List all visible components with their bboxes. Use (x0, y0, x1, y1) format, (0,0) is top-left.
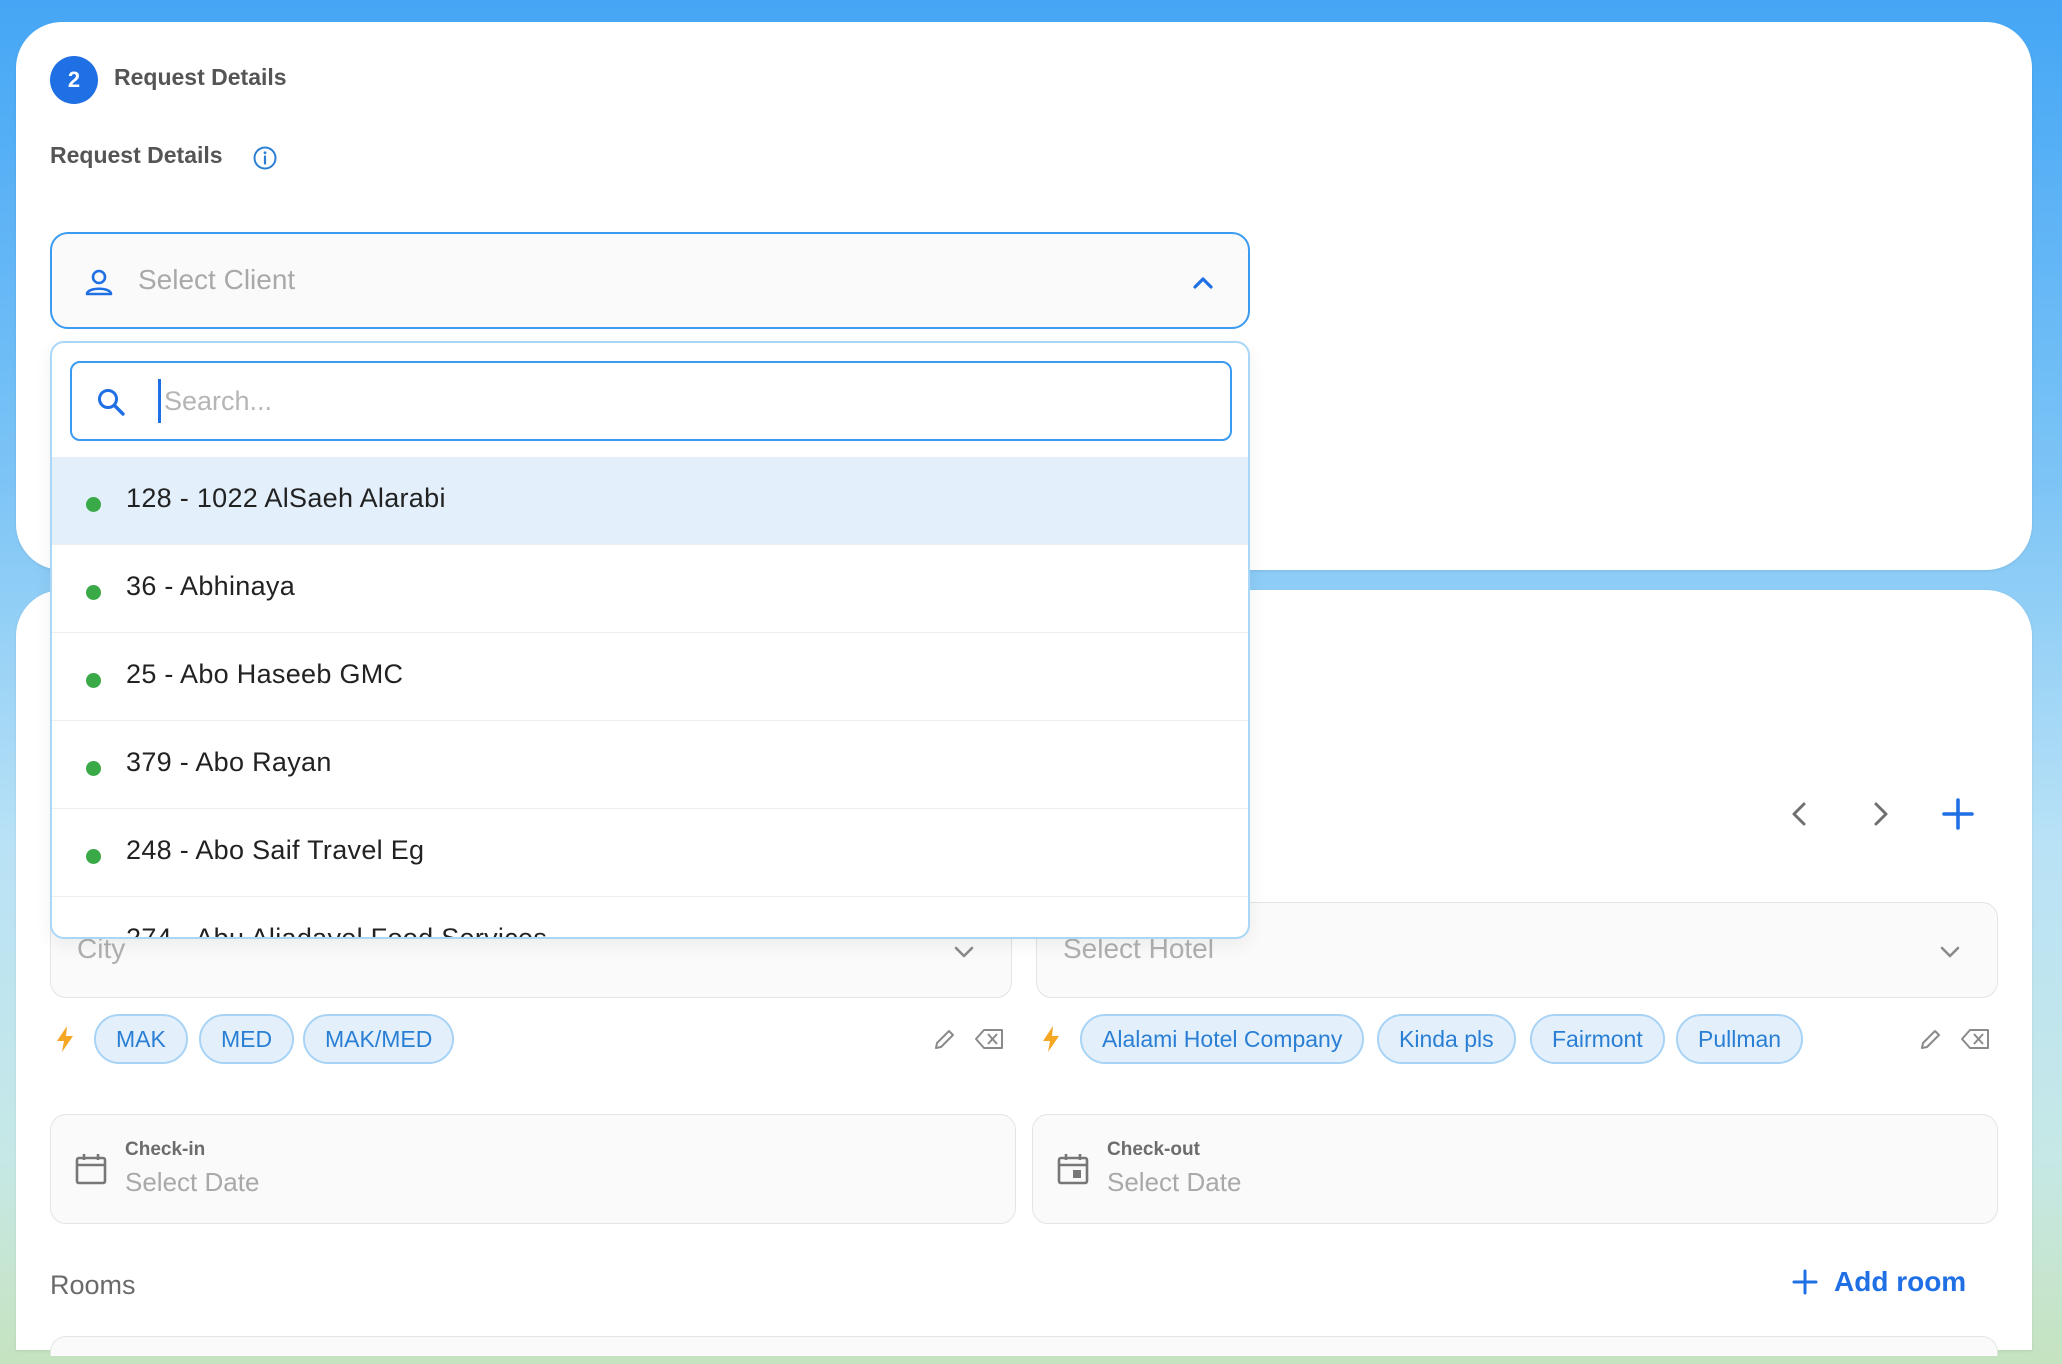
client-search-box[interactable] (70, 361, 1232, 441)
add-room-label: Add room (1834, 1266, 1967, 1297)
hotel-chip[interactable]: Fairmont (1530, 1014, 1665, 1064)
hotel-chip[interactable]: Pullman (1676, 1014, 1804, 1064)
chevron-right-icon[interactable] (1862, 796, 1898, 832)
rooms-title: Rooms (50, 1270, 136, 1300)
backspace-clear-icon[interactable] (974, 1026, 1006, 1052)
hotel-quick-chips: Alalami Hotel Company Kinda pls Fairmont… (1036, 1012, 1998, 1066)
check-out-label: Check-out (1107, 1139, 1200, 1160)
text-caret (158, 379, 161, 423)
client-dropdown: 128 - 1022 AlSaeh Alarabi 36 - Abhinaya … (50, 341, 1250, 939)
client-select-placeholder: Select Client (138, 264, 296, 295)
lightning-icon (57, 1026, 73, 1052)
client-option-label: 379 - Abo Rayan (126, 747, 332, 777)
rooms-list (50, 1336, 1998, 1356)
person-icon (85, 269, 113, 296)
client-option[interactable]: 248 - Abo Saif Travel Eg (52, 809, 1248, 897)
client-select[interactable]: Select Client (50, 232, 1250, 329)
client-option[interactable]: 36 - Abhinaya (52, 545, 1248, 633)
city-quick-chips: MAK MED MAK/MED (50, 1012, 1012, 1066)
status-dot (86, 849, 101, 864)
client-option[interactable]: 379 - Abo Rayan (52, 721, 1248, 809)
client-option[interactable]: 128 - 1022 AlSaeh Alarabi (52, 457, 1248, 545)
check-in-label: Check-in (125, 1139, 206, 1160)
section-title: Request Details (50, 142, 223, 168)
client-search-input[interactable] (164, 377, 1164, 425)
hotel-chip[interactable]: Kinda pls (1377, 1014, 1516, 1064)
add-room-button[interactable]: Add room (1790, 1266, 1966, 1298)
check-out-value: Select Date (1107, 1167, 1242, 1197)
backspace-clear-icon[interactable] (1960, 1026, 1992, 1052)
client-option[interactable]: 274 - Abu Aljadayel Food Services (52, 897, 1248, 939)
chevron-up-icon[interactable] (1188, 268, 1218, 298)
check-in-value: Select Date (125, 1167, 260, 1197)
status-dot (86, 937, 101, 939)
client-options-list: 128 - 1022 AlSaeh Alarabi 36 - Abhinaya … (52, 457, 1248, 939)
check-out-date-field[interactable]: Check-out Select Date (1032, 1114, 1998, 1224)
client-option-label: 274 - Abu Aljadayel Food Services (126, 923, 548, 939)
client-option-label: 36 - Abhinaya (126, 571, 296, 601)
chevron-down-icon[interactable] (949, 937, 979, 967)
status-dot (86, 585, 101, 600)
plus-icon[interactable] (1938, 794, 1978, 834)
chevron-left-icon[interactable] (1782, 796, 1818, 832)
client-option-label: 128 - 1022 AlSaeh Alarabi (126, 483, 446, 513)
calendar-icon (75, 1154, 107, 1185)
status-dot (86, 497, 101, 512)
step-number-badge: 2 (50, 56, 98, 104)
city-chip[interactable]: MED (199, 1014, 295, 1064)
info-circle-icon[interactable] (252, 145, 278, 171)
pencil-icon[interactable] (1918, 1026, 1944, 1052)
city-chip[interactable]: MAK/MED (303, 1014, 455, 1064)
step-title: Request Details (114, 64, 287, 90)
pencil-icon[interactable] (932, 1026, 958, 1052)
plus-icon (1792, 1269, 1818, 1295)
calendar-event-icon (1057, 1154, 1089, 1185)
search-icon (98, 389, 125, 416)
status-dot (86, 761, 101, 776)
hotel-chip[interactable]: Alalami Hotel Company (1080, 1014, 1365, 1064)
client-option[interactable]: 25 - Abo Haseeb GMC (52, 633, 1248, 721)
status-dot (86, 673, 101, 688)
client-option-label: 25 - Abo Haseeb GMC (126, 659, 404, 689)
chevron-down-icon[interactable] (1935, 937, 1965, 967)
client-option-label: 248 - Abo Saif Travel Eg (126, 835, 425, 865)
city-chip[interactable]: MAK (94, 1014, 188, 1064)
check-in-date-field[interactable]: Check-in Select Date (50, 1114, 1016, 1224)
lightning-icon (1043, 1026, 1059, 1052)
